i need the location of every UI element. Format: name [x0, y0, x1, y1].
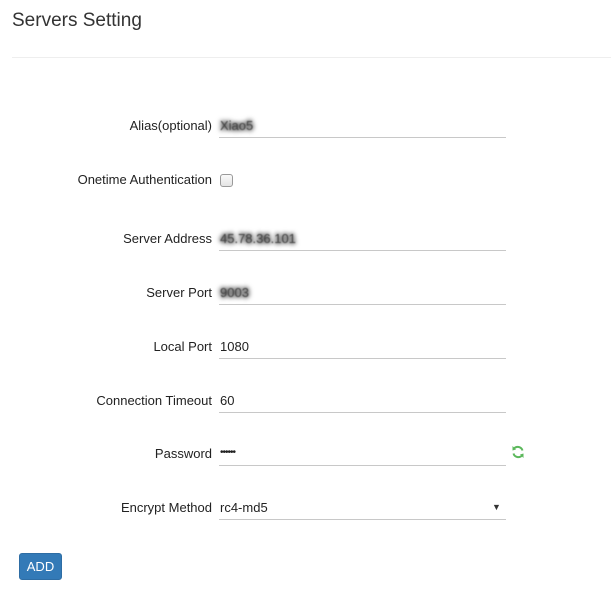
onetime-auth-label: Onetime Authentication: [77, 172, 212, 187]
alias-value: Xiao5: [220, 118, 254, 133]
local-port-input[interactable]: [219, 333, 506, 359]
server-port-input[interactable]: [219, 279, 506, 305]
alias-row: Alias(optional) Xiao5: [0, 112, 611, 142]
page-title: Servers Setting: [12, 10, 142, 31]
password-input[interactable]: [219, 440, 506, 466]
encrypt-method-label: Encrypt Method: [120, 500, 212, 515]
header-divider: [12, 57, 611, 58]
add-button[interactable]: ADD: [19, 553, 62, 580]
password-label: Password: [154, 446, 212, 461]
encrypt-method-value: rc4-md5: [220, 500, 268, 515]
server-port-label: Server Port: [146, 285, 212, 300]
alias-input[interactable]: [219, 112, 506, 138]
server-address-label: Server Address: [123, 231, 212, 246]
onetime-auth-checkbox[interactable]: [220, 174, 233, 187]
chevron-down-icon: ▼: [492, 502, 501, 512]
alias-label: Alias(optional): [129, 118, 212, 133]
local-port-value: 1080: [220, 339, 249, 354]
local-port-label: Local Port: [153, 339, 212, 354]
server-port-row: Server Port 9003: [0, 279, 611, 309]
timeout-label: Connection Timeout: [96, 393, 212, 408]
server-port-value: 9003: [220, 285, 249, 300]
server-address-row: Server Address 45.78.36.101: [0, 225, 611, 255]
encrypt-method-row: Encrypt Method rc4-md5 ▼: [0, 494, 611, 524]
timeout-row: Connection Timeout 60: [0, 387, 611, 417]
password-value: ••••••: [220, 447, 236, 458]
refresh-icon[interactable]: [511, 445, 525, 459]
server-address-value: 45.78.36.101: [220, 231, 296, 246]
local-port-row: Local Port 1080: [0, 333, 611, 363]
timeout-value: 60: [220, 393, 235, 408]
password-row: Password ••••••: [0, 440, 611, 470]
timeout-input[interactable]: [219, 387, 506, 413]
onetime-auth-row: Onetime Authentication: [0, 166, 611, 196]
